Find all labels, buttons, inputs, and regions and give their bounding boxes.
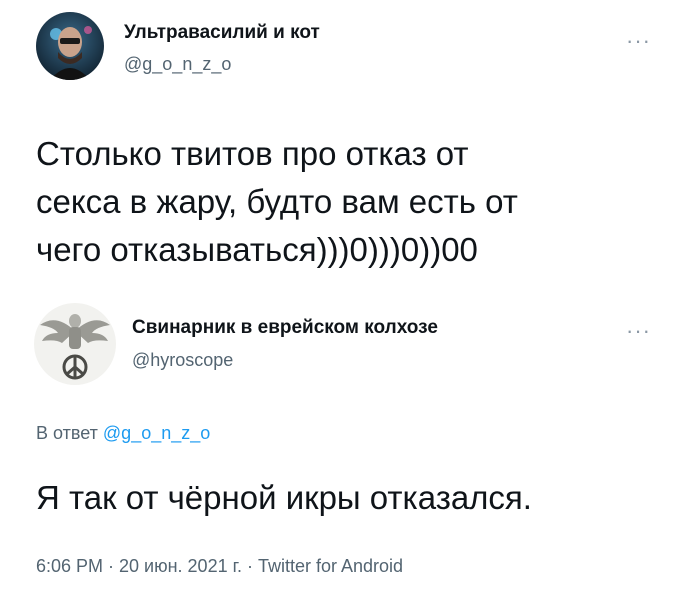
display-name[interactable]: Свинарник в еврейском колхозе <box>132 317 438 339</box>
tweet-text-line: Столько твитов про отказ от <box>36 135 469 172</box>
more-options-icon[interactable]: ··· <box>626 320 651 342</box>
more-options-icon[interactable]: ··· <box>626 30 651 52</box>
avatar[interactable] <box>34 303 116 385</box>
tweet-text: Столько твитов про отказ от секса в жару… <box>36 130 518 274</box>
tweet-original: Ультравасилий и кот @g_o_n_z_o ··· Столь… <box>0 0 695 300</box>
reply-prefix: В ответ <box>36 423 98 443</box>
user-handle[interactable]: @hyroscope <box>132 350 233 371</box>
tweet-text: Я так от чёрной икры отказался. <box>36 479 532 516</box>
user-avatar-icon <box>36 12 104 80</box>
tweet-timestamp[interactable]: 6:06 PM · 20 июн. 2021 г. · Twitter for … <box>36 556 403 577</box>
tweet-reply: Свинарник в еврейском колхозе @hyroscope… <box>0 300 695 600</box>
tweet-text-line: чего отказываться)))0)))0))00 <box>36 231 478 268</box>
avatar[interactable] <box>36 12 104 80</box>
tweet-text-line: секса в жару, будто вам есть от <box>36 183 518 220</box>
reply-handle-link[interactable]: @g_o_n_z_o <box>103 423 210 443</box>
user-handle[interactable]: @g_o_n_z_o <box>124 54 231 75</box>
user-avatar-emblem-icon <box>34 303 116 385</box>
display-name[interactable]: Ультравасилий и кот <box>124 22 320 44</box>
reply-context: В ответ @g_o_n_z_o <box>36 423 210 444</box>
